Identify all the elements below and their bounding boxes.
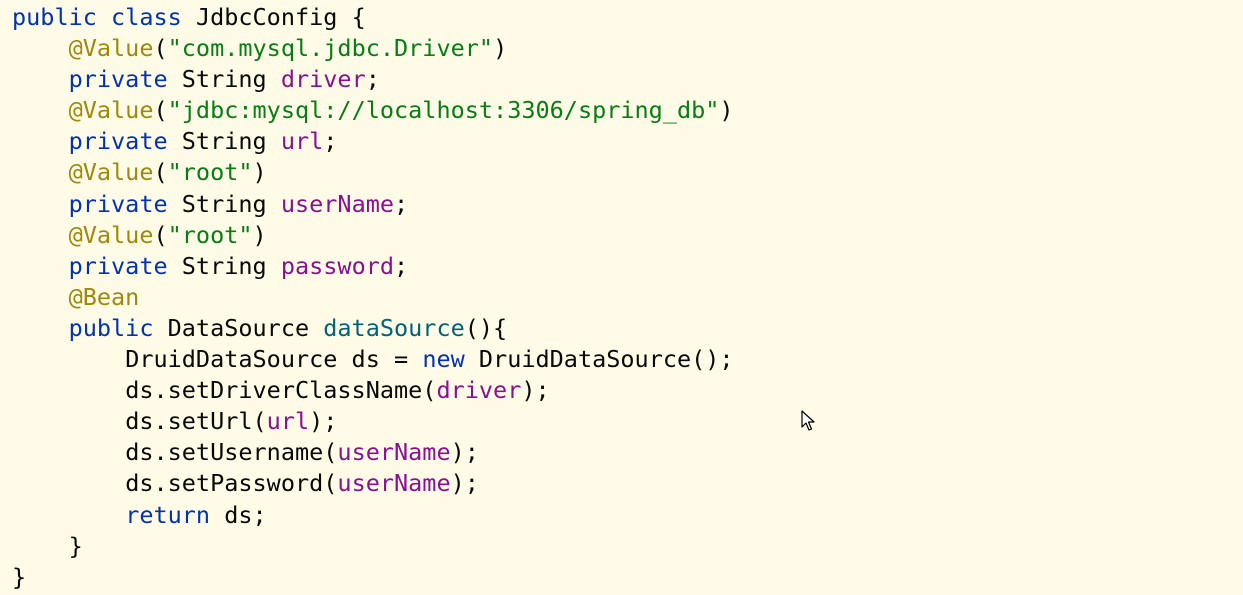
code-token: "root" (167, 220, 253, 249)
code-token: public (68, 313, 154, 342)
code-token: ) (252, 220, 267, 249)
code-token: class (111, 3, 182, 31)
code-token: String (167, 127, 281, 156)
mouse-pointer-icon (801, 410, 815, 431)
code-token: ); (309, 407, 338, 436)
code-line: ds.setDriverClassName(driver); (12, 375, 734, 406)
code-line: @Bean (12, 282, 734, 313)
code-token: userName (280, 189, 395, 218)
code-token: driver (436, 376, 522, 405)
code-token: @Value (68, 96, 154, 125)
code-editor[interactable]: public class JdbcConfig { @Value("com.my… (0, 0, 1243, 595)
code-token: new (422, 345, 465, 374)
code-token: return (125, 500, 211, 529)
code-line: private String userName; (12, 189, 734, 220)
code-token: ; (394, 251, 409, 280)
code-token: (){ (464, 313, 508, 342)
code-token: ds.setUsername( (125, 438, 338, 467)
code-line: ds.setUsername(userName); (12, 437, 734, 468)
code-token: ds; (210, 500, 267, 529)
code-token: @Value (68, 158, 154, 187)
code-token: String (167, 251, 281, 280)
code-token: String (167, 65, 281, 94)
code-token: } (68, 531, 83, 560)
code-line: } (12, 531, 734, 562)
code-token: ( (153, 158, 168, 187)
code-token: "jdbc:mysql://localhost:3306/spring_db" (167, 96, 720, 125)
code-line: private String driver; (12, 64, 734, 95)
code-token: @Bean (68, 282, 140, 311)
code-line: DruidDataSource ds = new DruidDataSource… (12, 344, 734, 375)
code-token: ( (153, 96, 168, 125)
code-line: @Value("root") (12, 220, 734, 251)
code-token: private (68, 189, 168, 218)
code-token: ( (153, 34, 168, 63)
code-token: password (280, 251, 395, 280)
code-token: @Value (68, 220, 154, 249)
code-token: ) (493, 34, 508, 63)
code-line: public DataSource dataSource(){ (12, 313, 734, 344)
code-token: ); (450, 438, 479, 467)
code-token: url (266, 407, 310, 436)
code-line: ds.setPassword(userName); (12, 468, 734, 499)
code-token: driver (280, 65, 366, 94)
code-token: DruidDataSource ds = (125, 345, 423, 374)
code-line: } (12, 562, 734, 593)
code-token: "root" (167, 158, 253, 187)
code-token: JdbcConfig { (181, 3, 366, 31)
code-token: @Value (68, 34, 154, 63)
code-token: ; (365, 65, 380, 94)
code-token: ) (719, 96, 734, 125)
code-line: private String url; (12, 126, 734, 157)
code-token: private (68, 251, 168, 280)
code-token: userName (337, 469, 451, 498)
code-token: ); (521, 376, 550, 405)
code-line: @Value("root") (12, 157, 734, 188)
code-token: ); (450, 469, 479, 498)
code-token: url (280, 127, 324, 156)
code-token: ds.setPassword( (125, 469, 338, 498)
code-token: private (68, 65, 168, 94)
code-token: public (12, 3, 97, 31)
code-token: ( (153, 220, 168, 249)
code-token: ; (323, 127, 338, 156)
code-token: userName (337, 438, 451, 467)
code-token: DruidDataSource(); (464, 345, 734, 374)
code-line: return ds; (12, 500, 734, 531)
code-token: ds.setUrl( (125, 407, 267, 436)
code-line: ds.setUrl(url); (12, 406, 734, 437)
code-line: @Value("jdbc:mysql://localhost:3306/spri… (12, 95, 734, 126)
code-token: "com.mysql.jdbc.Driver" (167, 34, 494, 63)
code-token: ds.setDriverClassName( (125, 376, 437, 405)
code-token: ) (252, 158, 267, 187)
code-token: } (12, 562, 27, 591)
code-token: dataSource (323, 313, 465, 342)
code-line: private String password; (12, 251, 734, 282)
code-token: private (68, 127, 168, 156)
code-line: @Value("com.mysql.jdbc.Driver") (12, 33, 734, 64)
code-token: String (167, 189, 281, 218)
code-token: ; (394, 189, 409, 218)
code-line: public class JdbcConfig { (12, 2, 734, 33)
code-block[interactable]: public class JdbcConfig { @Value("com.my… (12, 2, 734, 593)
code-token: DataSource (153, 313, 324, 342)
